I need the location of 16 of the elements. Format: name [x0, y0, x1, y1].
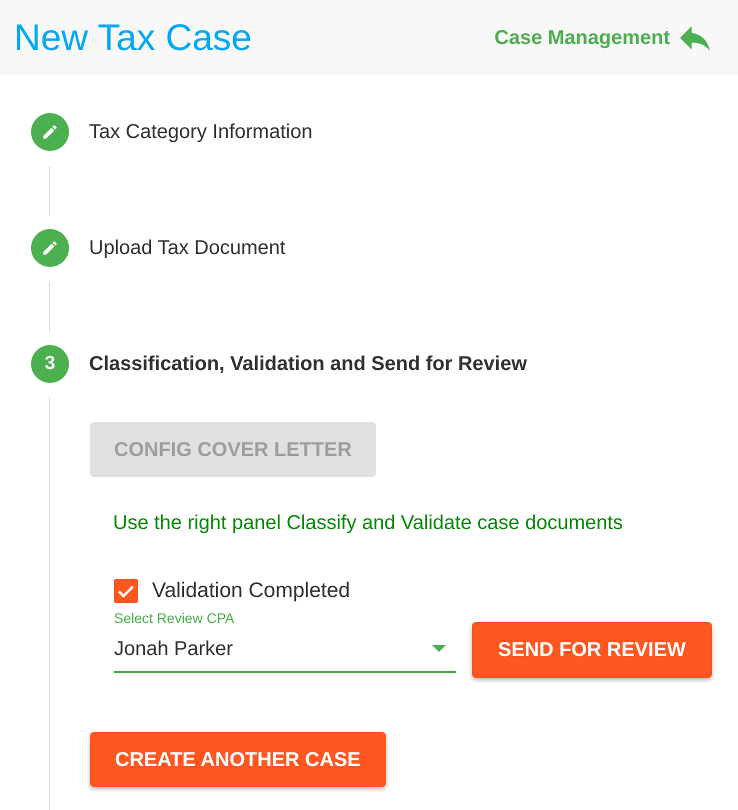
pencil-icon	[31, 113, 69, 151]
caret-icon	[432, 645, 446, 652]
step-number: 3	[31, 345, 69, 383]
review-cpa-select[interactable]: Select Review CPA Jonah Parker	[114, 610, 456, 673]
create-another-case-button[interactable]: CREATE ANOTHER CASE	[90, 732, 386, 787]
step-label: Tax Category Information	[89, 120, 312, 144]
instruction-text: Use the right panel Classify and Validate case documents	[113, 511, 624, 535]
send-for-review-button[interactable]: SEND FOR REVIEW	[472, 622, 712, 678]
case-management-link[interactable]: Case Management	[494, 26, 710, 50]
step-label: Upload Tax Document	[89, 236, 286, 260]
reply-arrow-icon	[680, 26, 710, 50]
page-title: New Tax Case	[14, 16, 252, 60]
step-label: Classification, Validation and Send for Review	[89, 352, 527, 376]
checkbox[interactable]	[114, 579, 138, 603]
pencil-icon	[31, 229, 69, 267]
checkbox-label: Validation Completed	[152, 579, 350, 603]
